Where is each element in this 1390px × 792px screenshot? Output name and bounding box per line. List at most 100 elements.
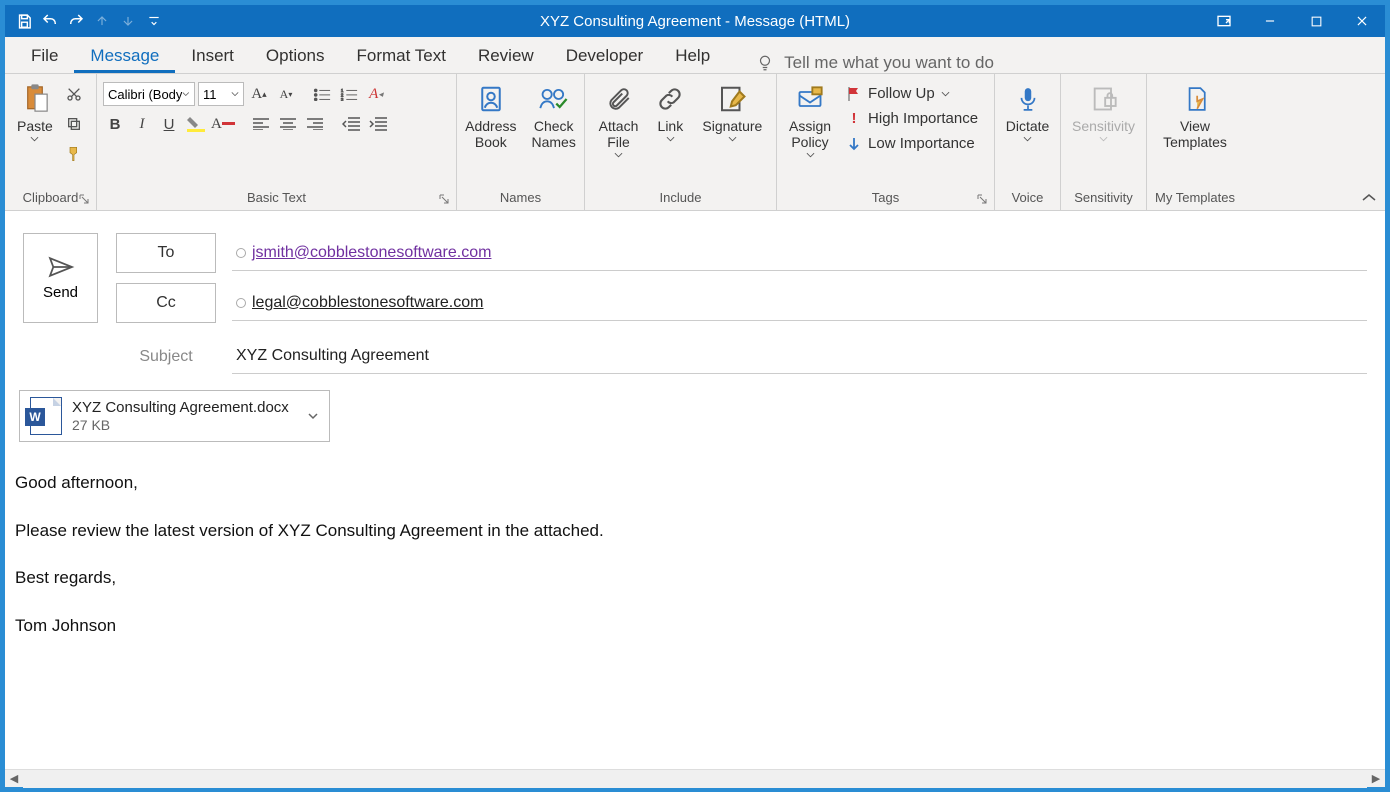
attach-file-button[interactable]: Attach File — [593, 78, 645, 162]
underline-button[interactable]: U — [157, 112, 181, 136]
exclamation-icon: ! — [846, 110, 862, 127]
word-file-icon: W — [30, 397, 62, 435]
tab-options[interactable]: Options — [250, 38, 341, 73]
maximize-button[interactable] — [1293, 5, 1339, 37]
attach-file-label: Attach File — [599, 118, 639, 150]
paste-button[interactable]: Paste — [11, 78, 59, 146]
cc-button[interactable]: Cc — [116, 283, 216, 323]
scroll-right-button[interactable]: ▶ — [1367, 770, 1385, 788]
to-button[interactable]: To — [116, 233, 216, 273]
to-value[interactable]: jsmith@cobblestonesoftware.com — [252, 244, 491, 262]
font-name-select[interactable]: Calibri (Body) — [103, 82, 195, 106]
dialog-launcher-icon[interactable] — [438, 193, 450, 205]
sensitivity-icon — [1087, 82, 1121, 116]
horizontal-scrollbar[interactable]: ◀ ▶ — [5, 769, 1385, 787]
check-names-button[interactable]: Check Names — [526, 78, 582, 154]
tell-me-search[interactable]: Tell me what you want to do — [756, 53, 994, 73]
highlight-button[interactable] — [184, 112, 208, 136]
save-icon[interactable] — [13, 10, 35, 32]
italic-button[interactable]: I — [130, 112, 154, 136]
send-button[interactable]: Send — [23, 233, 98, 323]
customize-qat-icon[interactable] — [143, 10, 165, 32]
paste-label: Paste — [17, 118, 53, 134]
increase-indent-button[interactable] — [366, 112, 390, 136]
format-painter-button[interactable] — [62, 142, 86, 166]
high-importance-label: High Importance — [868, 110, 978, 127]
dialog-launcher-icon[interactable] — [976, 193, 988, 205]
tab-insert[interactable]: Insert — [175, 38, 250, 73]
flag-icon — [846, 86, 862, 102]
quick-access-toolbar — [5, 10, 165, 32]
cc-field[interactable]: legal@cobblestonesoftware.com — [232, 286, 1367, 321]
ribbon-display-options-icon[interactable] — [1201, 5, 1247, 37]
check-names-label: Check Names — [532, 118, 576, 150]
chevron-down-icon — [1023, 136, 1032, 142]
subject-field[interactable]: XYZ Consulting Agreement — [232, 339, 1367, 374]
next-item-icon[interactable] — [117, 10, 139, 32]
cc-label: Cc — [156, 294, 176, 312]
redo-icon[interactable] — [65, 10, 87, 32]
link-icon — [653, 82, 687, 116]
tab-review[interactable]: Review — [462, 38, 550, 73]
follow-up-button[interactable]: Follow Up — [840, 82, 984, 105]
dictate-button[interactable]: Dictate — [1000, 78, 1056, 146]
message-body[interactable]: Good afternoon, Please review the latest… — [5, 452, 1385, 678]
microphone-icon — [1011, 82, 1045, 116]
view-templates-button[interactable]: View Templates — [1157, 78, 1233, 154]
dialog-launcher-icon[interactable] — [78, 193, 90, 205]
clear-formatting-button[interactable]: A◂ — [364, 82, 388, 106]
font-size-select[interactable]: 11 — [198, 82, 244, 106]
chevron-down-icon — [182, 91, 190, 97]
minimize-button[interactable] — [1247, 5, 1293, 37]
tab-format-text[interactable]: Format Text — [341, 38, 462, 73]
sensitivity-button: Sensitivity — [1066, 78, 1141, 146]
scroll-left-button[interactable]: ◀ — [5, 770, 23, 788]
paste-icon — [18, 82, 52, 116]
arrow-down-icon — [846, 136, 862, 152]
tab-help[interactable]: Help — [659, 38, 726, 73]
assign-policy-button[interactable]: Assign Policy — [783, 78, 837, 162]
align-right-button[interactable] — [303, 112, 327, 136]
decrease-indent-button[interactable] — [339, 112, 363, 136]
low-importance-button[interactable]: Low Importance — [840, 132, 984, 155]
body-paragraph: Please review the latest version of XYZ … — [15, 518, 1375, 544]
chevron-down-icon[interactable] — [307, 411, 319, 421]
align-left-button[interactable] — [249, 112, 273, 136]
attachment-size: 27 KB — [72, 417, 289, 434]
link-label: Link — [658, 118, 684, 134]
copy-button[interactable] — [62, 112, 86, 136]
shrink-font-button[interactable]: A▾ — [274, 82, 298, 106]
to-field[interactable]: jsmith@cobblestonesoftware.com — [232, 236, 1367, 271]
bullets-button[interactable] — [310, 82, 334, 106]
attachment-name: XYZ Consulting Agreement.docx — [72, 399, 289, 417]
font-color-button[interactable]: A — [211, 112, 235, 136]
align-center-button[interactable] — [276, 112, 300, 136]
signature-button[interactable]: Signature — [696, 78, 768, 146]
address-book-icon — [474, 82, 508, 116]
group-names: Address Book Check Names Names — [457, 74, 585, 210]
tab-file[interactable]: File — [15, 38, 74, 73]
chevron-down-icon — [728, 136, 737, 142]
svg-text:3: 3 — [341, 97, 344, 101]
attachments-row: W XYZ Consulting Agreement.docx 27 KB — [5, 380, 1385, 452]
tab-message[interactable]: Message — [74, 38, 175, 73]
link-button[interactable]: Link — [647, 78, 693, 146]
attachment-item[interactable]: W XYZ Consulting Agreement.docx 27 KB — [19, 390, 330, 442]
cut-button[interactable] — [62, 82, 86, 106]
bold-button[interactable]: B — [103, 112, 127, 136]
high-importance-button[interactable]: ! High Importance — [840, 107, 984, 130]
tab-developer[interactable]: Developer — [550, 38, 660, 73]
scroll-track[interactable] — [23, 770, 1367, 788]
collapse-ribbon-button[interactable] — [1361, 192, 1377, 204]
close-button[interactable] — [1339, 5, 1385, 37]
numbering-button[interactable]: 123 — [337, 82, 361, 106]
address-book-button[interactable]: Address Book — [459, 78, 522, 154]
undo-icon[interactable] — [39, 10, 61, 32]
cc-value[interactable]: legal@cobblestonesoftware.com — [252, 294, 483, 312]
previous-item-icon[interactable] — [91, 10, 113, 32]
grow-font-button[interactable]: A▴ — [247, 82, 271, 106]
group-clipboard-label: Clipboard — [23, 190, 79, 205]
chevron-down-icon — [231, 91, 239, 97]
group-sensitivity-label: Sensitivity — [1074, 190, 1133, 205]
dictate-label: Dictate — [1006, 118, 1050, 134]
